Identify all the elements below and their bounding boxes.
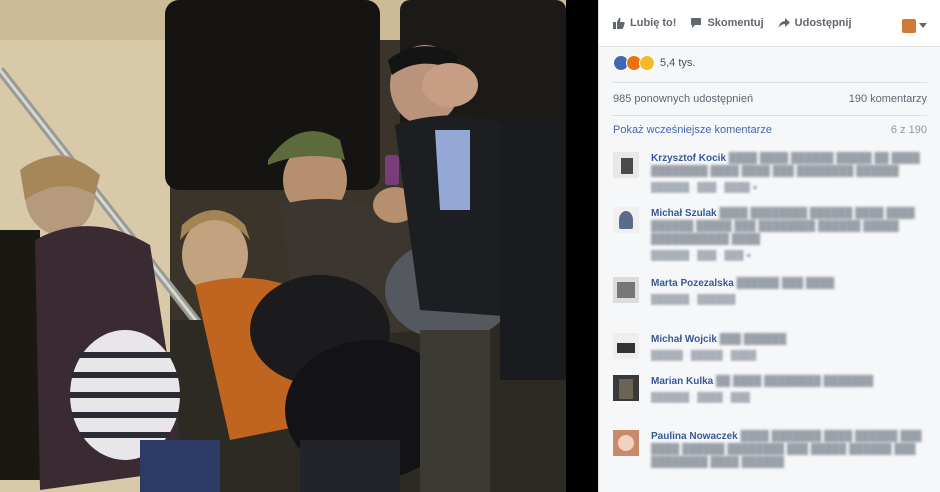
page-avatar bbox=[902, 19, 916, 33]
post-side-panel: Lubię to! Skomentuj Udostępnij 5,4 tys. bbox=[598, 0, 940, 492]
comment-button[interactable]: Skomentuj bbox=[690, 17, 764, 29]
avatar[interactable] bbox=[613, 430, 639, 456]
comment-icon bbox=[691, 18, 702, 28]
chevron-down-icon bbox=[919, 23, 927, 28]
comment-text-redacted: ███ ██████ bbox=[719, 334, 787, 345]
comment-label: Skomentuj bbox=[707, 17, 764, 29]
share-button[interactable]: Udostępnij bbox=[778, 17, 852, 29]
avatar[interactable] bbox=[613, 333, 639, 359]
divider bbox=[613, 115, 927, 116]
comment-author[interactable]: Paulina Nowaczek bbox=[651, 431, 738, 442]
reactions-summary[interactable]: 5,4 tys. bbox=[613, 55, 695, 71]
comment-meta-redacted: ██████ · ███ · ████ ● bbox=[651, 182, 758, 192]
post-photo[interactable] bbox=[0, 0, 566, 492]
post-stats: 985 ponownych udostępnień 190 komentarzy bbox=[613, 93, 927, 105]
share-label: Udostępnij bbox=[794, 17, 852, 29]
comment-item: Marta Pozezalska ██████ ███ ████ ██████ … bbox=[613, 277, 931, 317]
comment-meta-redacted: ██████ · ███ · ███ ● bbox=[651, 250, 752, 260]
divider bbox=[613, 82, 927, 83]
comments-pager: 6 z 190 bbox=[890, 124, 927, 136]
comment-meta-redacted: ██████ · ██████ bbox=[651, 294, 736, 304]
avatar[interactable] bbox=[613, 375, 639, 401]
thumbs-up-icon bbox=[613, 17, 625, 29]
comment-text-redacted: ██████ ███ ████ bbox=[736, 278, 835, 289]
like-label: Lubię to! bbox=[630, 17, 677, 29]
reactions-count: 5,4 tys. bbox=[660, 57, 696, 69]
show-previous-comments-link[interactable]: Pokaż wcześniejsze komentarze bbox=[613, 124, 772, 136]
shares-count[interactable]: 985 ponownych udostępnień bbox=[613, 93, 753, 105]
comments-count[interactable]: 190 komentarzy bbox=[849, 93, 927, 105]
subway-photo-illustration bbox=[0, 0, 566, 492]
comment-author[interactable]: Krzysztof Kocik bbox=[651, 153, 726, 164]
comment-item: Marian Kulka ██ ████ ████████ ███████ ██… bbox=[613, 375, 931, 419]
comment-item: Michał Szulak ████ ████████ ██████ ████ … bbox=[613, 207, 931, 267]
sad-reaction-icon bbox=[639, 55, 655, 71]
comment-author[interactable]: Michał Szulak bbox=[651, 208, 717, 219]
avatar[interactable] bbox=[613, 207, 639, 233]
comment-author[interactable]: Marian Kulka bbox=[651, 376, 713, 387]
comment-author[interactable]: Marta Pozezalska bbox=[651, 278, 734, 289]
avatar[interactable] bbox=[613, 152, 639, 178]
avatar[interactable] bbox=[613, 277, 639, 303]
share-icon bbox=[778, 18, 790, 28]
like-button[interactable]: Lubię to! bbox=[613, 17, 676, 29]
comment-item: Michał Wojcik ███ ██████ █████ · █████ ·… bbox=[613, 333, 931, 365]
previous-comments-row: Pokaż wcześniejsze komentarze 6 z 190 bbox=[613, 124, 927, 136]
comment-item: Paulina Nowaczek ████ ███████ ████ █████… bbox=[613, 430, 931, 492]
comment-text-redacted: ██ ████ ████████ ███████ bbox=[716, 376, 874, 387]
page-selector[interactable] bbox=[902, 19, 927, 33]
comment-item: Krzysztof Kocik ████ ████ ██████ █████ █… bbox=[613, 152, 931, 198]
action-bar: Lubię to! Skomentuj Udostępnij bbox=[599, 0, 940, 47]
comment-meta-redacted: ██████ · ████ · ███ bbox=[651, 392, 750, 402]
comment-meta-redacted: █████ · █████ · ████ bbox=[651, 350, 757, 360]
comment-author[interactable]: Michał Wojcik bbox=[651, 334, 717, 345]
